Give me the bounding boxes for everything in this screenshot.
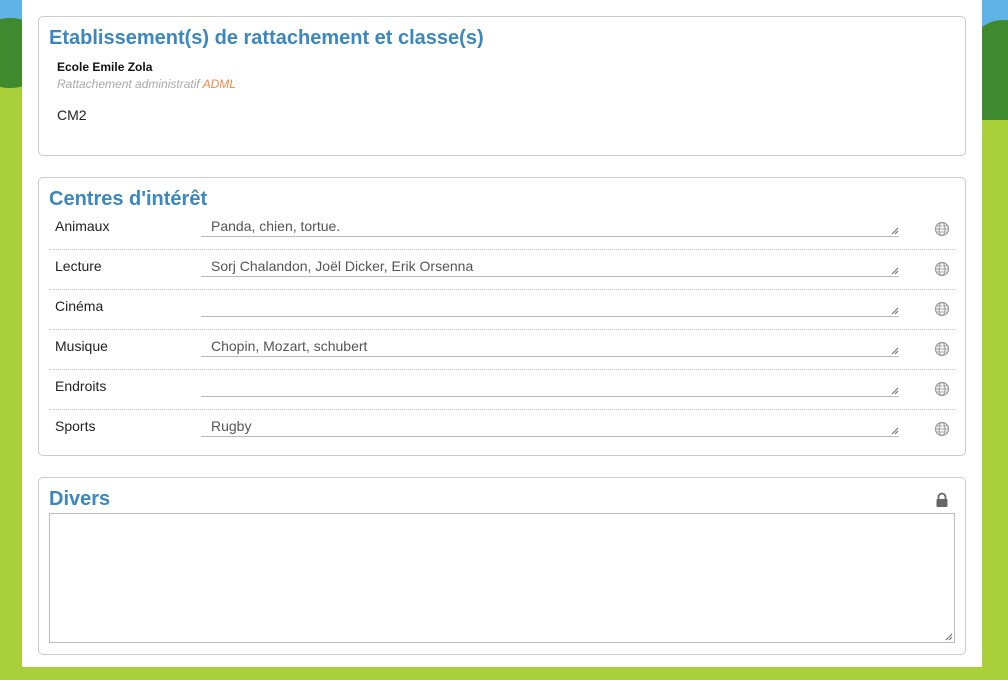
resize-grip-icon[interactable] — [891, 347, 899, 355]
interest-label: Musique — [55, 338, 108, 354]
interest-value: Chopin, Mozart, schubert — [211, 338, 368, 354]
background-grass-right — [982, 120, 1008, 680]
interest-field-animaux[interactable]: Panda, chien, tortue. — [201, 212, 899, 237]
interest-value: Rugby — [211, 418, 252, 434]
interest-row-cinema: Cinéma — [49, 290, 955, 330]
interest-label: Animaux — [55, 218, 110, 234]
resize-grip-icon[interactable] — [891, 227, 899, 235]
interest-label: Endroits — [55, 378, 107, 394]
globe-icon[interactable] — [934, 421, 950, 437]
resize-grip-icon[interactable] — [891, 427, 899, 435]
lock-icon[interactable] — [935, 492, 949, 508]
interest-row-musique: Musique Chopin, Mozart, schubert — [49, 330, 955, 370]
interest-label: Cinéma — [55, 298, 104, 314]
divers-panel: Divers — [38, 477, 966, 655]
rattachement-value: ADML — [202, 77, 236, 91]
interest-field-sports[interactable]: Rugby — [201, 412, 899, 437]
globe-icon[interactable] — [934, 341, 950, 357]
interest-row-animaux: Animaux Panda, chien, tortue. — [49, 210, 955, 250]
interest-field-musique[interactable]: Chopin, Mozart, schubert — [201, 332, 899, 357]
interest-label: Sports — [55, 418, 96, 434]
resize-grip-icon[interactable] — [891, 307, 899, 315]
interest-row-endroits: Endroits — [49, 370, 955, 410]
divers-title: Divers — [49, 488, 111, 510]
centres-interet-title: Centres d'intérêt — [49, 188, 208, 210]
interest-label: Lecture — [55, 258, 102, 274]
interest-field-lecture[interactable]: Sorj Chalandon, Joël Dicker, Erik Orsenn… — [201, 252, 899, 277]
globe-icon[interactable] — [934, 261, 950, 277]
resize-grip-icon[interactable] — [891, 387, 899, 395]
divers-textarea[interactable] — [49, 513, 955, 643]
rattachement-line: Rattachement administratif ADML — [57, 77, 236, 91]
globe-icon[interactable] — [934, 221, 950, 237]
interest-rows: Animaux Panda, chien, tortue. Lecture So… — [49, 210, 955, 449]
interest-field-endroits[interactable] — [201, 372, 899, 397]
school-name: Ecole Emile Zola — [57, 60, 153, 74]
class-name: CM2 — [57, 107, 87, 123]
resize-grip-icon[interactable] — [945, 633, 953, 641]
centres-interet-panel: Centres d'intérêt Animaux Panda, chien, … — [38, 177, 966, 456]
interest-value: Panda, chien, tortue. — [211, 218, 341, 234]
resize-grip-icon[interactable] — [891, 267, 899, 275]
globe-icon[interactable] — [934, 301, 950, 317]
etablissement-title: Etablissement(s) de rattachement et clas… — [49, 27, 484, 49]
profile-page: Etablissement(s) de rattachement et clas… — [22, 0, 982, 667]
interest-row-lecture: Lecture Sorj Chalandon, Joël Dicker, Eri… — [49, 250, 955, 290]
rattachement-label: Rattachement administratif — [57, 77, 200, 91]
interest-row-sports: Sports Rugby — [49, 410, 955, 449]
globe-icon[interactable] — [934, 381, 950, 397]
interest-value: Sorj Chalandon, Joël Dicker, Erik Orsenn… — [211, 258, 474, 274]
interest-field-cinema[interactable] — [201, 292, 899, 317]
etablissement-panel: Etablissement(s) de rattachement et clas… — [38, 16, 966, 156]
